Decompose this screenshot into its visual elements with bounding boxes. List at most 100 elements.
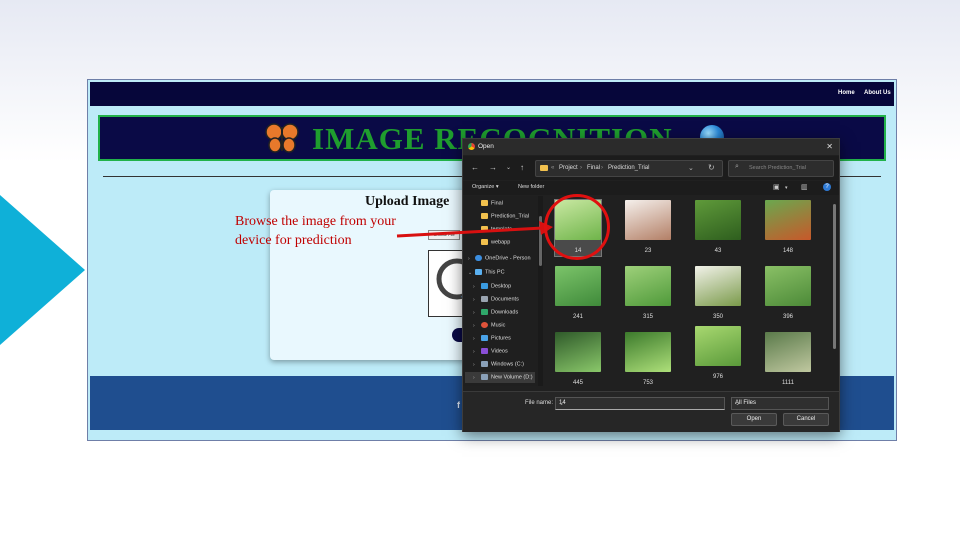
cloud-icon [475,255,482,261]
pc-icon [475,269,482,275]
sidebar-item-label: Music [491,322,506,329]
desktop-icon [481,283,488,289]
download-icon [481,309,488,315]
folder-icon [481,200,488,206]
butterfly-icon [265,123,299,153]
breadcrumb-final[interactable]: Final [587,165,600,171]
view-icon[interactable]: ▣ [773,183,780,191]
file-label: 241 [572,314,583,320]
expand-chevron-icon[interactable]: › [473,349,475,355]
sidebar-item-label: Videos [491,348,508,355]
file-thumbnail [625,200,671,240]
file-thumbnail [555,266,601,306]
file-item-315[interactable]: 315 [625,266,671,320]
sidebar-item-label: Documents [491,296,519,303]
sidebar-item-this-pc[interactable]: This PC [475,269,505,275]
file-item-350[interactable]: 350 [695,266,741,320]
file-item-148[interactable]: 148 [765,200,811,254]
sidebar-item-new-volume-d[interactable]: New Volume (D:) [481,374,533,380]
nav-home-link[interactable]: Home [838,90,855,96]
open-button[interactable]: Open [731,413,777,426]
file-item-241[interactable]: 241 [555,266,601,320]
chrome-icon [468,143,475,150]
sidebar-item-desktop[interactable]: Desktop [481,283,511,289]
expand-chevron-icon[interactable]: › [473,323,475,329]
file-item-976[interactable]: 976 [695,326,741,380]
chevron-right-icon: › [601,165,603,171]
chevron-down-icon[interactable]: ⌄ [559,400,722,407]
file-thumbnail [765,266,811,306]
nav-about-link[interactable]: About Us [864,90,891,96]
expand-chevron-icon[interactable]: › [473,284,475,290]
site-navbar: Home About Us [90,82,894,106]
file-label: 1111 [781,380,794,386]
preview-pane-icon[interactable]: ▥ [801,183,808,191]
documents-icon [481,296,488,302]
file-thumbnail [625,266,671,306]
sidebar-item-videos[interactable]: Videos [481,348,508,354]
file-item-445[interactable]: 445 [555,332,601,386]
file-thumbnail [625,332,671,372]
sidebar-item-prediction-trial[interactable]: Prediction_Trial [481,213,529,219]
file-label: 315 [642,314,653,320]
file-label: 753 [642,380,653,386]
close-icon[interactable]: ✕ [826,142,833,151]
file-name-label: File name: [525,400,554,406]
facebook-icon[interactable]: f [457,400,460,410]
sidebar-item-label: New Volume (D:) [491,374,533,381]
sidebar-item-downloads[interactable]: Downloads [481,309,518,315]
forward-icon[interactable]: → [489,163,497,172]
pictures-icon [481,335,488,341]
sidebar-item-pictures[interactable]: Pictures [481,335,511,341]
file-name-input[interactable]: 14 ⌄ [555,397,725,410]
sidebar-item-documents[interactable]: Documents [481,296,519,302]
organize-label: Organize [472,184,495,190]
file-item-43[interactable]: 43 [695,200,741,254]
address-row: ← → ⌄ ↑ « Project › Final › Prediction_T… [463,156,839,180]
drive-icon [481,374,488,380]
organize-menu[interactable]: Organize ▾ [472,184,499,190]
help-icon[interactable]: ? [823,183,831,191]
sidebar-item-final[interactable]: Final [481,200,503,206]
view-chevron-icon[interactable]: ▾ [785,185,788,191]
content-scrollbar[interactable] [833,204,836,349]
sidebar-item-label: Windows (C:) [491,361,525,368]
sidebar-item-windows-c[interactable]: Windows (C:) [481,361,524,367]
back-icon[interactable]: ← [471,163,479,172]
sidebar-item-onedrive[interactable]: OneDrive - Person [475,255,531,261]
expand-chevron-icon[interactable]: › [468,256,470,262]
breadcrumb-prediction-trial[interactable]: Prediction_Trial [608,165,649,171]
up-icon[interactable]: ↑ [520,163,524,172]
expand-chevron-icon[interactable]: › [473,375,475,381]
refresh-icon[interactable]: ↻ [708,163,715,172]
file-item-396[interactable]: 396 [765,266,811,320]
sidebar-item-label: Pictures [491,335,511,342]
file-thumbnail [555,332,601,372]
recent-chevron-icon[interactable]: ⌄ [506,164,511,171]
search-input[interactable]: ⌕ Search Prediction_Trial [728,160,834,177]
expand-chevron-icon[interactable]: › [473,310,475,316]
chevron-down-icon[interactable]: ⌄ [688,164,694,172]
address-bar[interactable]: « Project › Final › Prediction_Trial ⌄ ↻ [535,160,723,177]
folder-icon [540,165,548,171]
overflow-icon: « [551,165,555,171]
dialog-titlebar: Open ✕ [463,139,839,155]
file-item-23[interactable]: 23 [625,200,671,254]
file-item-1111[interactable]: 1111 [765,332,811,386]
collapse-chevron-icon[interactable]: ⌄ [468,270,472,276]
sidebar-item-label: Downloads [491,309,519,316]
slide-decorative-arrow [0,195,85,345]
sidebar-item-music[interactable]: Music [481,322,505,328]
file-label: 43 [714,248,722,254]
expand-chevron-icon[interactable]: › [473,297,475,303]
file-label: 23 [644,248,652,254]
expand-chevron-icon[interactable]: › [473,362,475,368]
expand-chevron-icon[interactable]: › [473,336,475,342]
file-type-select[interactable]: All Files ⌄ [731,397,829,410]
breadcrumb-project[interactable]: Project [559,165,578,171]
file-item-753[interactable]: 753 [625,332,671,386]
chevron-down-icon[interactable]: ⌄ [735,400,826,407]
new-folder-button[interactable]: New folder [518,184,544,190]
cancel-button[interactable]: Cancel [783,413,829,426]
file-thumbnail [695,326,741,366]
